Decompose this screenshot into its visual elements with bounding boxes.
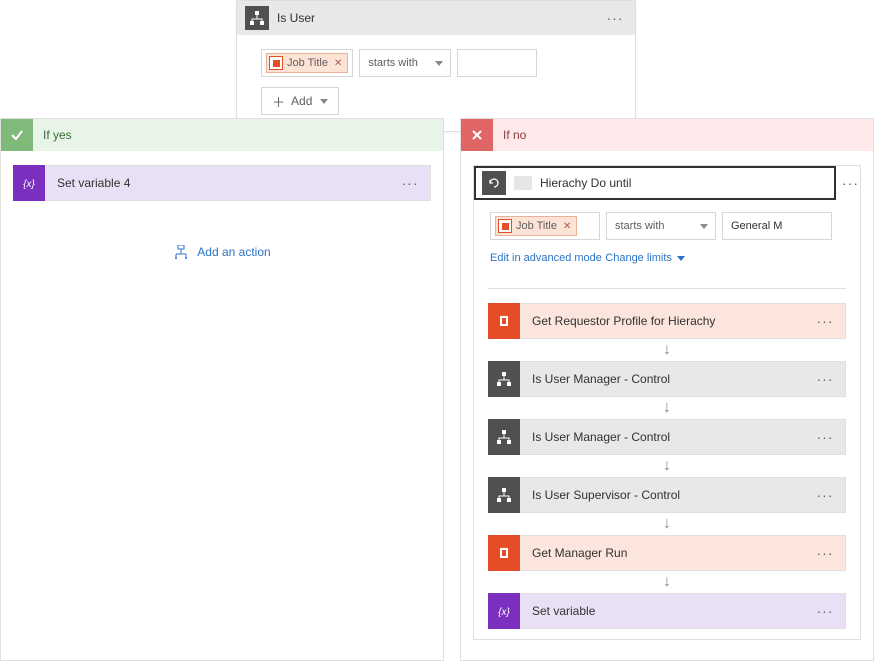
condition-header[interactable]: Is User ··· xyxy=(237,1,635,35)
if-no-branch: If no Hierachy Do until ··· xyxy=(460,118,874,661)
blur-placeholder xyxy=(514,176,532,190)
step-get-requestor-profile[interactable]: Get Requestor Profile for Hierachy ··· xyxy=(488,303,846,339)
step-menu-button[interactable]: ··· xyxy=(813,546,837,560)
step-is-user-supervisor[interactable]: Is User Supervisor - Control ··· xyxy=(488,477,846,513)
operator-label: starts with xyxy=(615,220,665,232)
office-icon xyxy=(488,303,520,339)
variable-icon: {x} xyxy=(488,593,520,629)
condition-value-input[interactable] xyxy=(457,49,537,77)
office-icon xyxy=(498,219,512,233)
step-label: Is User Supervisor - Control xyxy=(530,488,803,502)
if-yes-branch: If yes {x} Set variable 4 ··· Add an act… xyxy=(0,118,444,661)
loop-icon xyxy=(482,171,506,195)
condition-operator-select[interactable]: starts with xyxy=(359,49,451,77)
change-limits-label: Change limits xyxy=(605,252,672,264)
add-label: Add xyxy=(291,94,312,108)
step-set-variable-4[interactable]: {x} Set variable 4 ··· xyxy=(13,165,431,201)
if-yes-header[interactable]: If yes xyxy=(1,119,443,151)
step-is-user-manager-1[interactable]: Is User Manager - Control ··· xyxy=(488,361,846,397)
arrow-down-icon: ↓ xyxy=(488,571,846,593)
edit-advanced-link[interactable]: Edit in advanced mode xyxy=(490,252,602,264)
do-until-value: General M xyxy=(731,220,782,232)
token-label: Job Title xyxy=(516,220,557,232)
if-no-body: Hierachy Do until ··· Job Title ✕ xyxy=(461,151,873,660)
condition-icon xyxy=(245,6,269,30)
step-is-user-manager-2[interactable]: Is User Manager - Control ··· xyxy=(488,419,846,455)
operator-label: starts with xyxy=(368,57,418,69)
step-label: Is User Manager - Control xyxy=(530,430,803,444)
arrow-down-icon: ↓ xyxy=(488,397,846,419)
svg-text:{x}: {x} xyxy=(498,607,510,618)
condition-icon xyxy=(488,477,520,513)
office-icon xyxy=(488,535,520,571)
step-get-manager-run[interactable]: Get Manager Run ··· xyxy=(488,535,846,571)
step-label: Set variable xyxy=(530,604,803,618)
do-until-left-operand[interactable]: Job Title ✕ xyxy=(490,212,600,240)
branches-container: If yes {x} Set variable 4 ··· Add an act… xyxy=(0,118,874,661)
step-label: Is User Manager - Control xyxy=(530,372,803,386)
step-label: Get Manager Run xyxy=(530,546,803,560)
condition-row: Job Title ✕ starts with xyxy=(261,49,611,77)
condition-title: Is User xyxy=(277,11,595,25)
step-menu-button[interactable]: ··· xyxy=(813,314,837,328)
close-icon xyxy=(461,119,493,151)
variable-icon: {x} xyxy=(13,165,45,201)
do-until-title: Hierachy Do until xyxy=(540,176,828,190)
arrow-down-icon: ↓ xyxy=(488,455,846,477)
do-until-row: Job Title ✕ starts with General M xyxy=(490,212,844,240)
do-until-value-input[interactable]: General M xyxy=(722,212,832,240)
step-menu-button[interactable]: ··· xyxy=(813,372,837,386)
do-until-operator-select[interactable]: starts with xyxy=(606,212,716,240)
token-remove-icon[interactable]: ✕ xyxy=(334,58,342,69)
if-yes-label: If yes xyxy=(43,128,72,142)
step-menu-button[interactable]: ··· xyxy=(813,430,837,444)
condition-menu-button[interactable]: ··· xyxy=(603,11,627,25)
token-label: Job Title xyxy=(287,57,328,69)
add-action-icon xyxy=(173,245,189,259)
chevron-down-icon xyxy=(320,99,328,104)
svg-text:{x}: {x} xyxy=(23,179,35,190)
do-until-panel: Hierachy Do until ··· Job Title ✕ xyxy=(473,165,861,640)
office-icon xyxy=(269,56,283,70)
chevron-down-icon xyxy=(677,256,685,261)
condition-left-operand[interactable]: Job Title ✕ xyxy=(261,49,353,77)
if-no-label: If no xyxy=(503,128,526,142)
token-remove-icon[interactable]: ✕ xyxy=(563,221,571,232)
edit-advanced-label: Edit in advanced mode xyxy=(490,252,602,264)
arrow-down-icon: ↓ xyxy=(488,513,846,535)
step-menu-button[interactable]: ··· xyxy=(813,604,837,618)
step-menu-button[interactable]: ··· xyxy=(813,488,837,502)
add-condition-button[interactable]: ＋ Add xyxy=(261,87,339,115)
do-until-header[interactable]: Hierachy Do until xyxy=(474,166,836,200)
condition-card: Is User ··· Job Title ✕ starts with ＋ Ad… xyxy=(236,0,636,132)
check-icon xyxy=(1,119,33,151)
condition-icon xyxy=(488,361,520,397)
do-until-menu-button[interactable]: ··· xyxy=(836,176,860,190)
token-job-title[interactable]: Job Title ✕ xyxy=(266,53,348,73)
plus-icon: ＋ xyxy=(272,92,285,111)
step-label: Set variable 4 xyxy=(55,176,388,190)
step-set-variable[interactable]: {x} Set variable ··· xyxy=(488,593,846,629)
do-until-condition: Job Title ✕ starts with General M Edit i… xyxy=(474,200,860,280)
step-label: Get Requestor Profile for Hierachy xyxy=(530,314,803,328)
do-until-steps: Get Requestor Profile for Hierachy ··· ↓… xyxy=(474,289,860,629)
change-limits-link[interactable]: Change limits xyxy=(605,252,685,264)
add-action-button[interactable]: Add an action xyxy=(13,245,431,259)
condition-body: Job Title ✕ starts with ＋ Add xyxy=(237,35,635,131)
step-menu-button[interactable]: ··· xyxy=(398,176,422,190)
condition-icon xyxy=(488,419,520,455)
if-yes-body: {x} Set variable 4 ··· Add an action xyxy=(1,151,443,279)
arrow-down-icon: ↓ xyxy=(488,339,846,361)
add-action-label: Add an action xyxy=(197,245,270,259)
token-job-title[interactable]: Job Title ✕ xyxy=(495,216,577,236)
if-no-header[interactable]: If no xyxy=(461,119,873,151)
